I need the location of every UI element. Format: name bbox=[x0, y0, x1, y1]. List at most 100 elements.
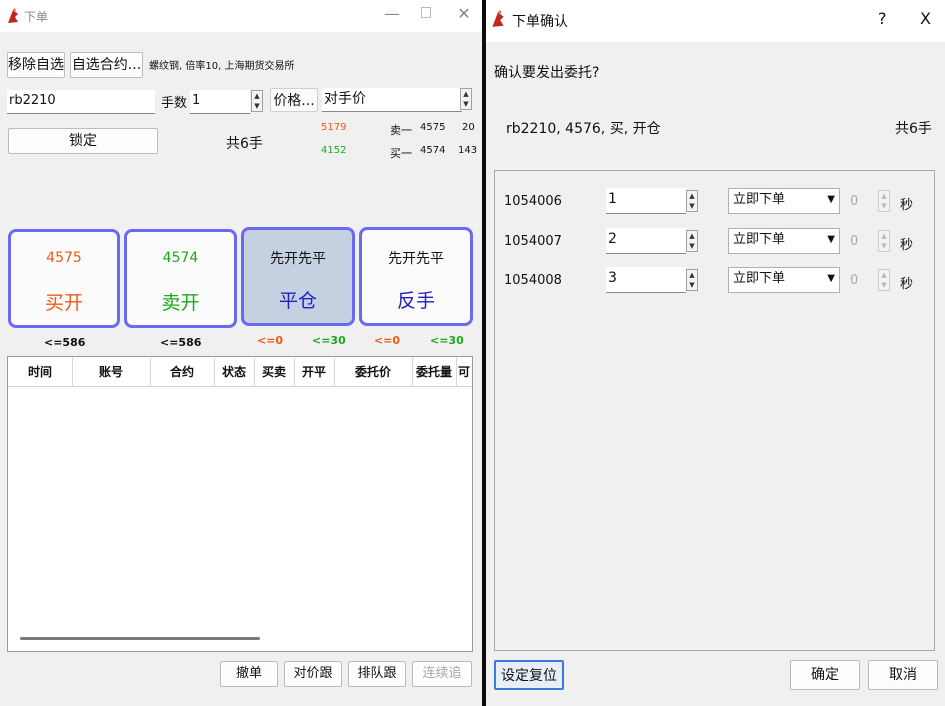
buy-one-price: 4574 bbox=[420, 145, 446, 156]
close-icon[interactable]: ✕ bbox=[452, 2, 476, 26]
chevron-down-icon: ▼ bbox=[827, 234, 835, 245]
app-logo-icon bbox=[492, 10, 504, 27]
col-open-close[interactable]: 开平 bbox=[294, 357, 335, 387]
chevron-down-icon: ▼ bbox=[827, 273, 835, 284]
delay-unit: 秒 bbox=[900, 277, 914, 292]
reverse-button[interactable]: 先开先平 反手 bbox=[359, 227, 473, 326]
reverse-mode: 先开先平 bbox=[388, 251, 444, 267]
order-mode-value: 立即下单 bbox=[733, 271, 786, 286]
delay-stepper[interactable]: ▲ ▼ bbox=[878, 230, 890, 252]
delay-value: 0 bbox=[850, 273, 859, 288]
buy-open-limit: <=586 bbox=[44, 336, 86, 349]
account-row: 1054007 2 ▲ ▼ 立即下单 ▼ 0 ▲ ▼ 秒 bbox=[494, 228, 935, 256]
close-limit-b: <=30 bbox=[312, 334, 346, 347]
app-logo-icon bbox=[8, 8, 18, 23]
reverse-label: 反手 bbox=[396, 290, 435, 312]
contract-input[interactable]: rb2210 bbox=[7, 90, 155, 114]
cancel-order-button[interactable]: 撤单 bbox=[220, 661, 278, 687]
maximize-icon[interactable] bbox=[421, 7, 431, 18]
delay-value: 0 bbox=[850, 194, 859, 209]
queue-follow-button[interactable]: 排队跟 bbox=[348, 661, 406, 687]
total-lots-label: 共6手 bbox=[226, 136, 263, 152]
buy-open-price: 4575 bbox=[46, 250, 82, 266]
price-mode-input[interactable]: 对手价 bbox=[322, 88, 462, 112]
confirm-dialog: 下单确认 ? X 确认要发出委托? rb2210, 4576, 买, 开仓 共6… bbox=[486, 0, 945, 706]
col-time[interactable]: 时间 bbox=[8, 357, 73, 387]
orders-table: 时间 账号 合约 状态 买卖 开平 委托价 委托量 可 bbox=[7, 356, 473, 652]
sell-volume-right: 20 bbox=[462, 122, 475, 133]
col-contract[interactable]: 合约 bbox=[150, 357, 215, 387]
chevron-down-icon: ▼ bbox=[827, 194, 835, 205]
pick-contract-button[interactable]: 自选合约... bbox=[70, 52, 143, 78]
horizontal-scrollbar[interactable] bbox=[20, 637, 260, 640]
lots-stepper[interactable]: ▲ ▼ bbox=[251, 90, 263, 112]
lock-button[interactable]: 锁定 bbox=[8, 128, 158, 154]
price-mode-stepper[interactable]: ▲ ▼ bbox=[460, 88, 472, 110]
quantity-input[interactable]: 3 bbox=[606, 267, 686, 293]
order-summary: rb2210, 4576, 买, 开仓 bbox=[506, 121, 661, 137]
orders-table-header: 时间 账号 合约 状态 买卖 开平 委托价 委托量 可 bbox=[8, 357, 472, 387]
confirm-ok-button[interactable]: 确定 bbox=[790, 660, 860, 690]
buy-open-button[interactable]: 4575 买开 bbox=[8, 229, 120, 328]
confirm-cancel-button[interactable]: 取消 bbox=[868, 660, 938, 690]
close-icon[interactable]: X bbox=[920, 9, 931, 28]
quantity-stepper[interactable]: ▲ ▼ bbox=[686, 190, 698, 212]
reverse-limit-a: <=0 bbox=[373, 334, 401, 347]
follow-price-button[interactable]: 对价跟 bbox=[284, 661, 342, 687]
order-mode-select[interactable]: 立即下单 ▼ bbox=[728, 228, 840, 254]
order-mode-select[interactable]: 立即下单 ▼ bbox=[728, 188, 840, 214]
account-row: 1054006 1 ▲ ▼ 立即下单 ▼ 0 ▲ ▼ 秒 bbox=[494, 188, 935, 216]
minimize-icon[interactable]: — bbox=[380, 2, 404, 26]
quantity-input[interactable]: 1 bbox=[606, 188, 686, 214]
confirm-total-lots: 共6手 bbox=[895, 121, 932, 137]
col-status[interactable]: 状态 bbox=[214, 357, 255, 387]
close-position-mode: 先开先平 bbox=[270, 251, 326, 267]
sell-one-price: 4575 bbox=[420, 122, 446, 133]
help-icon[interactable]: ? bbox=[878, 9, 887, 28]
remove-favorite-button[interactable]: 移除自选 bbox=[7, 52, 65, 78]
close-limit-a: <=0 bbox=[256, 334, 284, 347]
order-window: 下单 — ✕ 移除自选 自选合约... 螺纹钢, 倍率10, 上海期货交易所 r… bbox=[0, 0, 482, 706]
buy-open-label: 买开 bbox=[44, 292, 83, 314]
reset-settings-button[interactable]: 设定复位 bbox=[494, 660, 564, 690]
close-position-label: 平仓 bbox=[278, 290, 317, 312]
quantity-input[interactable]: 2 bbox=[606, 228, 686, 254]
sell-open-price: 4574 bbox=[162, 250, 199, 266]
sell-open-label: 卖开 bbox=[161, 292, 200, 314]
quantity-stepper[interactable]: ▲ ▼ bbox=[686, 230, 698, 252]
col-order-price[interactable]: 委托价 bbox=[334, 357, 413, 387]
sell-one-label: 卖一 bbox=[390, 124, 412, 137]
order-mode-value: 立即下单 bbox=[733, 232, 786, 247]
sell-open-limit: <=586 bbox=[160, 336, 202, 349]
order-window-title: 下单 bbox=[24, 10, 49, 24]
price-button[interactable]: 价格... bbox=[270, 88, 318, 112]
confirm-dialog-titlebar: 下单确认 ? X bbox=[486, 0, 945, 42]
delay-value: 0 bbox=[850, 234, 859, 249]
buy-one-label: 买一 bbox=[390, 147, 412, 160]
delay-unit: 秒 bbox=[900, 238, 914, 253]
sell-volume-left: 5179 bbox=[321, 122, 347, 133]
continuous-chase-button[interactable]: 连续追 bbox=[412, 661, 472, 687]
buy-volume-left: 4152 bbox=[321, 145, 347, 156]
close-position-button[interactable]: 先开先平 平仓 bbox=[241, 227, 355, 326]
delay-stepper[interactable]: ▲ ▼ bbox=[878, 190, 890, 212]
contract-info-label: 螺纹钢, 倍率10, 上海期货交易所 bbox=[149, 61, 295, 72]
confirm-question: 确认要发出委托? bbox=[494, 65, 600, 81]
sell-open-button[interactable]: 4574 卖开 bbox=[124, 229, 237, 328]
buy-volume-right: 143 bbox=[458, 145, 478, 156]
col-more[interactable]: 可 bbox=[456, 357, 472, 387]
quantity-stepper[interactable]: ▲ ▼ bbox=[686, 269, 698, 291]
order-mode-select[interactable]: 立即下单 ▼ bbox=[728, 267, 840, 293]
lots-input[interactable]: 1 bbox=[190, 90, 250, 114]
lots-label: 手数 bbox=[161, 96, 188, 111]
reverse-limit-b: <=30 bbox=[430, 334, 464, 347]
order-window-titlebar: 下单 — ✕ bbox=[0, 0, 482, 32]
account-id: 1054006 bbox=[504, 194, 562, 209]
col-side[interactable]: 买卖 bbox=[254, 357, 295, 387]
confirm-dialog-title: 下单确认 bbox=[512, 14, 568, 30]
delay-stepper[interactable]: ▲ ▼ bbox=[878, 269, 890, 291]
account-row: 1054008 3 ▲ ▼ 立即下单 ▼ 0 ▲ ▼ 秒 bbox=[494, 267, 935, 295]
col-order-qty[interactable]: 委托量 bbox=[412, 357, 457, 387]
col-account[interactable]: 账号 bbox=[72, 357, 151, 387]
order-mode-value: 立即下单 bbox=[733, 192, 786, 207]
